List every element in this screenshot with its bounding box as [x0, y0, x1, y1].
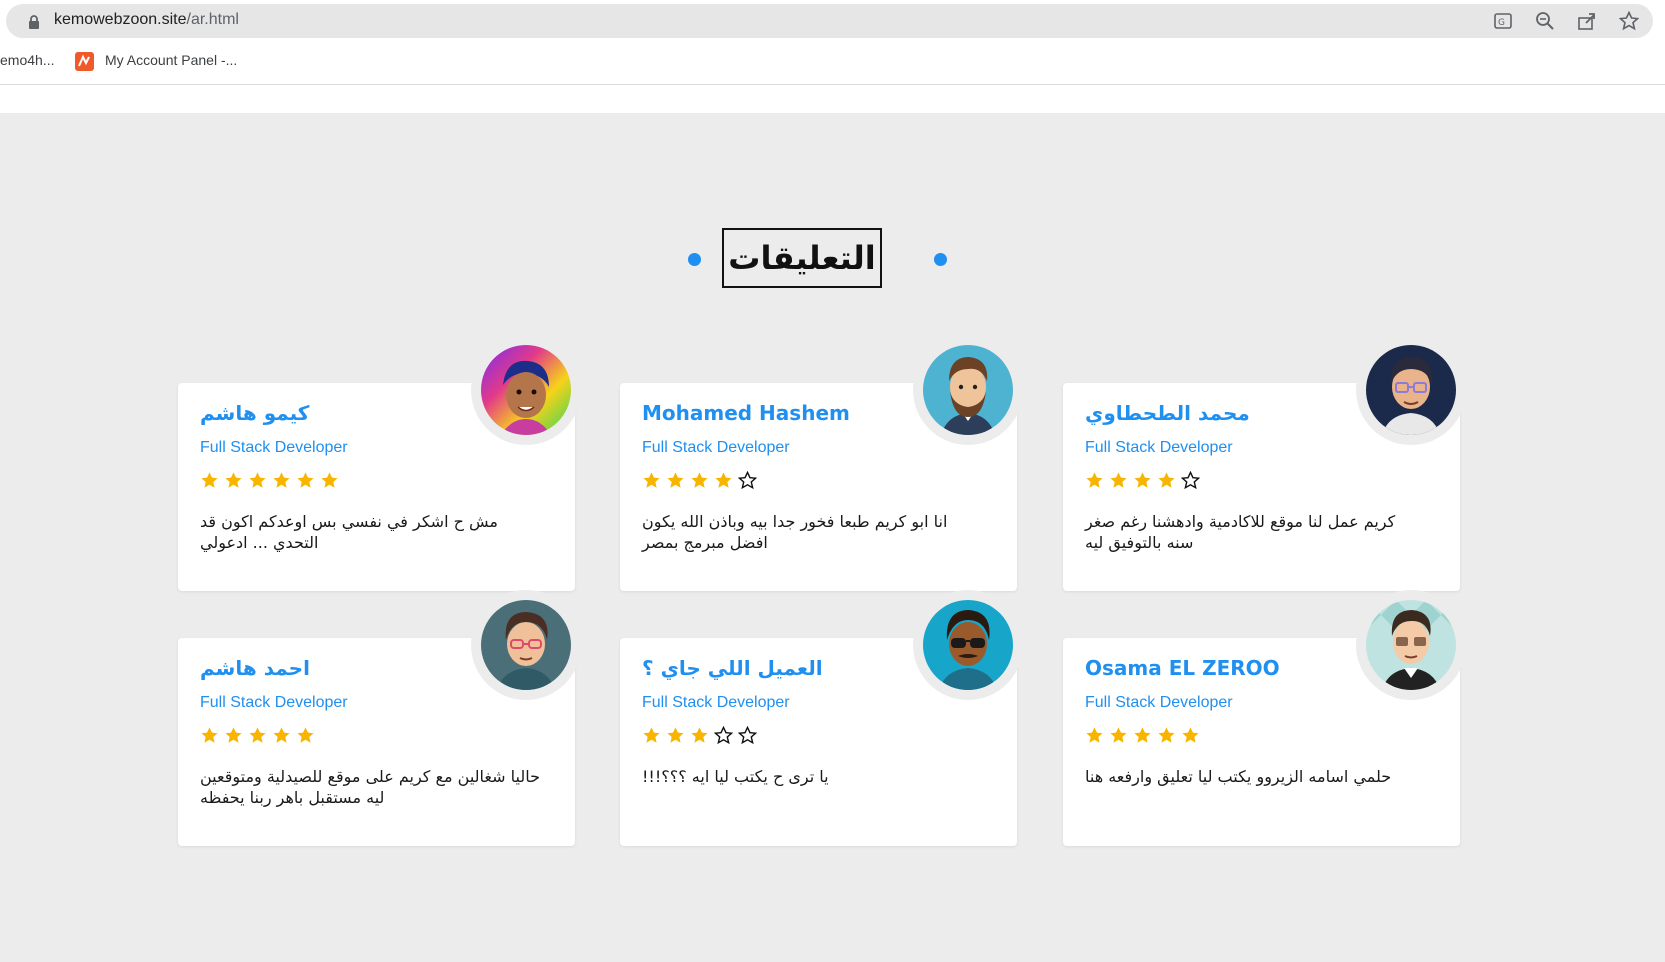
svg-text:G: G [1498, 18, 1505, 28]
chrome-divider [0, 84, 1665, 85]
reviewer-name: العميل اللي جاي ؟ [642, 656, 823, 680]
star-filled-icon [715, 472, 732, 488]
star-empty-icon [738, 726, 757, 745]
star-empty-icon [738, 471, 757, 490]
star-filled-icon [691, 727, 708, 743]
bookmark-star-icon[interactable] [1618, 10, 1640, 31]
account-panel-favicon-icon [75, 52, 94, 71]
star-rating [1085, 726, 1200, 745]
review-comment: حلمي اسامه الزيروو يكتب ليا تعليق وارفعه… [1085, 767, 1392, 786]
star-rating [642, 726, 757, 745]
avatar-frame [1356, 335, 1466, 445]
star-filled-icon [1182, 727, 1199, 743]
bookmark-item[interactable]: My Account Panel -... [105, 52, 237, 68]
lock-icon [29, 15, 39, 29]
avatar [923, 345, 1013, 435]
star-filled-icon [1086, 472, 1103, 488]
reviewer-role: Full Stack Developer [642, 694, 790, 711]
star-filled-icon [1086, 727, 1103, 743]
avatar-frame [913, 590, 1023, 700]
zoom-icon[interactable] [1535, 11, 1555, 31]
star-filled-icon [225, 472, 242, 488]
avatar-frame [471, 335, 581, 445]
reviewer-role: Full Stack Developer [1085, 439, 1233, 456]
star-filled-icon [691, 472, 708, 488]
star-filled-icon [1134, 727, 1151, 743]
star-filled-icon [1158, 727, 1175, 743]
star-filled-icon [1134, 472, 1151, 488]
url-path: /ar.html [186, 11, 239, 28]
star-filled-icon [273, 472, 290, 488]
star-filled-icon [1158, 472, 1175, 488]
star-rating [200, 471, 339, 490]
reviewer-name: Osama EL ZEROO [1085, 656, 1280, 680]
avatar-frame [471, 590, 581, 700]
star-rating [200, 726, 315, 745]
star-filled-icon [643, 727, 660, 743]
reviewer-role: Full Stack Developer [1085, 694, 1233, 711]
browser-chrome: kemowebzoon.site/ar.html G emo4h... My A… [0, 0, 1665, 113]
star-filled-icon [225, 727, 242, 743]
star-filled-icon [667, 727, 684, 743]
star-filled-icon [1110, 472, 1127, 488]
review-comment: مش ح اشكر في نفسي بس اوعدكم اكون قد التح… [200, 512, 498, 552]
star-filled-icon [249, 727, 266, 743]
section-header: التعليقات [0, 228, 1665, 292]
review-comment: كريم عمل لنا موقع للاكادمية وادهشنا رغم … [1085, 512, 1396, 552]
review-comment: حاليا شغالين مع كريم على موقع للصيدلية و… [200, 767, 540, 807]
testimonial-card: Osama EL ZEROO Full Stack Developer حلمي… [1063, 590, 1466, 846]
url-domain: kemowebzoon.site [54, 11, 187, 28]
url-text[interactable]: kemowebzoon.site/ar.html [54, 11, 239, 29]
reviewer-name: Mohamed Hashem [642, 401, 850, 425]
bookmarks-bar: emo4h... My Account Panel -... [0, 44, 1665, 80]
section-title: التعليقات [722, 228, 882, 288]
reviewer-name: كيمو هاشم [200, 401, 310, 425]
testimonial-card: Mohamed Hashem Full Stack Developer انا … [620, 335, 1023, 591]
testimonial-card: كيمو هاشم Full Stack Developer مش ح اشكر… [178, 335, 581, 591]
star-filled-icon [273, 727, 290, 743]
address-bar-actions: G [1493, 10, 1640, 31]
review-comment: يا ترى ح يكتب ليا ايه ؟؟؟!!! [642, 767, 829, 786]
reviewer-role: Full Stack Developer [200, 439, 348, 456]
star-filled-icon [201, 727, 218, 743]
avatar [923, 600, 1013, 690]
review-comment: انا ابو كريم طبعا فخور جدا بيه وباذن الل… [642, 512, 948, 552]
star-filled-icon [321, 472, 338, 488]
star-filled-icon [201, 472, 218, 488]
avatar-frame [913, 335, 1023, 445]
testimonial-card: احمد هاشم Full Stack Developer حاليا شغا… [178, 590, 581, 846]
bookmark-item[interactable]: emo4h... [0, 52, 54, 68]
star-empty-icon [1181, 471, 1200, 490]
reviewer-role: Full Stack Developer [200, 694, 348, 711]
share-icon[interactable] [1577, 11, 1597, 31]
star-empty-icon [714, 726, 733, 745]
avatar-frame [1356, 590, 1466, 700]
avatar [1366, 345, 1456, 435]
star-filled-icon [643, 472, 660, 488]
star-filled-icon [297, 727, 314, 743]
avatar [481, 600, 571, 690]
reviewer-role: Full Stack Developer [642, 439, 790, 456]
reviewer-name: احمد هاشم [200, 656, 310, 680]
star-filled-icon [1110, 727, 1127, 743]
translate-icon[interactable]: G [1493, 11, 1513, 31]
star-filled-icon [249, 472, 266, 488]
title-dot-left [688, 253, 701, 266]
star-filled-icon [297, 472, 314, 488]
star-rating [1085, 471, 1200, 490]
star-filled-icon [667, 472, 684, 488]
title-dot-right [934, 253, 947, 266]
address-bar[interactable]: kemowebzoon.site/ar.html G [6, 4, 1653, 38]
star-rating [642, 471, 757, 490]
reviewer-name: محمد الطحطاوي [1085, 401, 1250, 425]
testimonial-card: العميل اللي جاي ؟ Full Stack Developer ي… [620, 590, 1023, 846]
avatar [1366, 600, 1456, 690]
testimonial-card: محمد الطحطاوي Full Stack Developer كريم … [1063, 335, 1466, 591]
avatar [481, 345, 571, 435]
